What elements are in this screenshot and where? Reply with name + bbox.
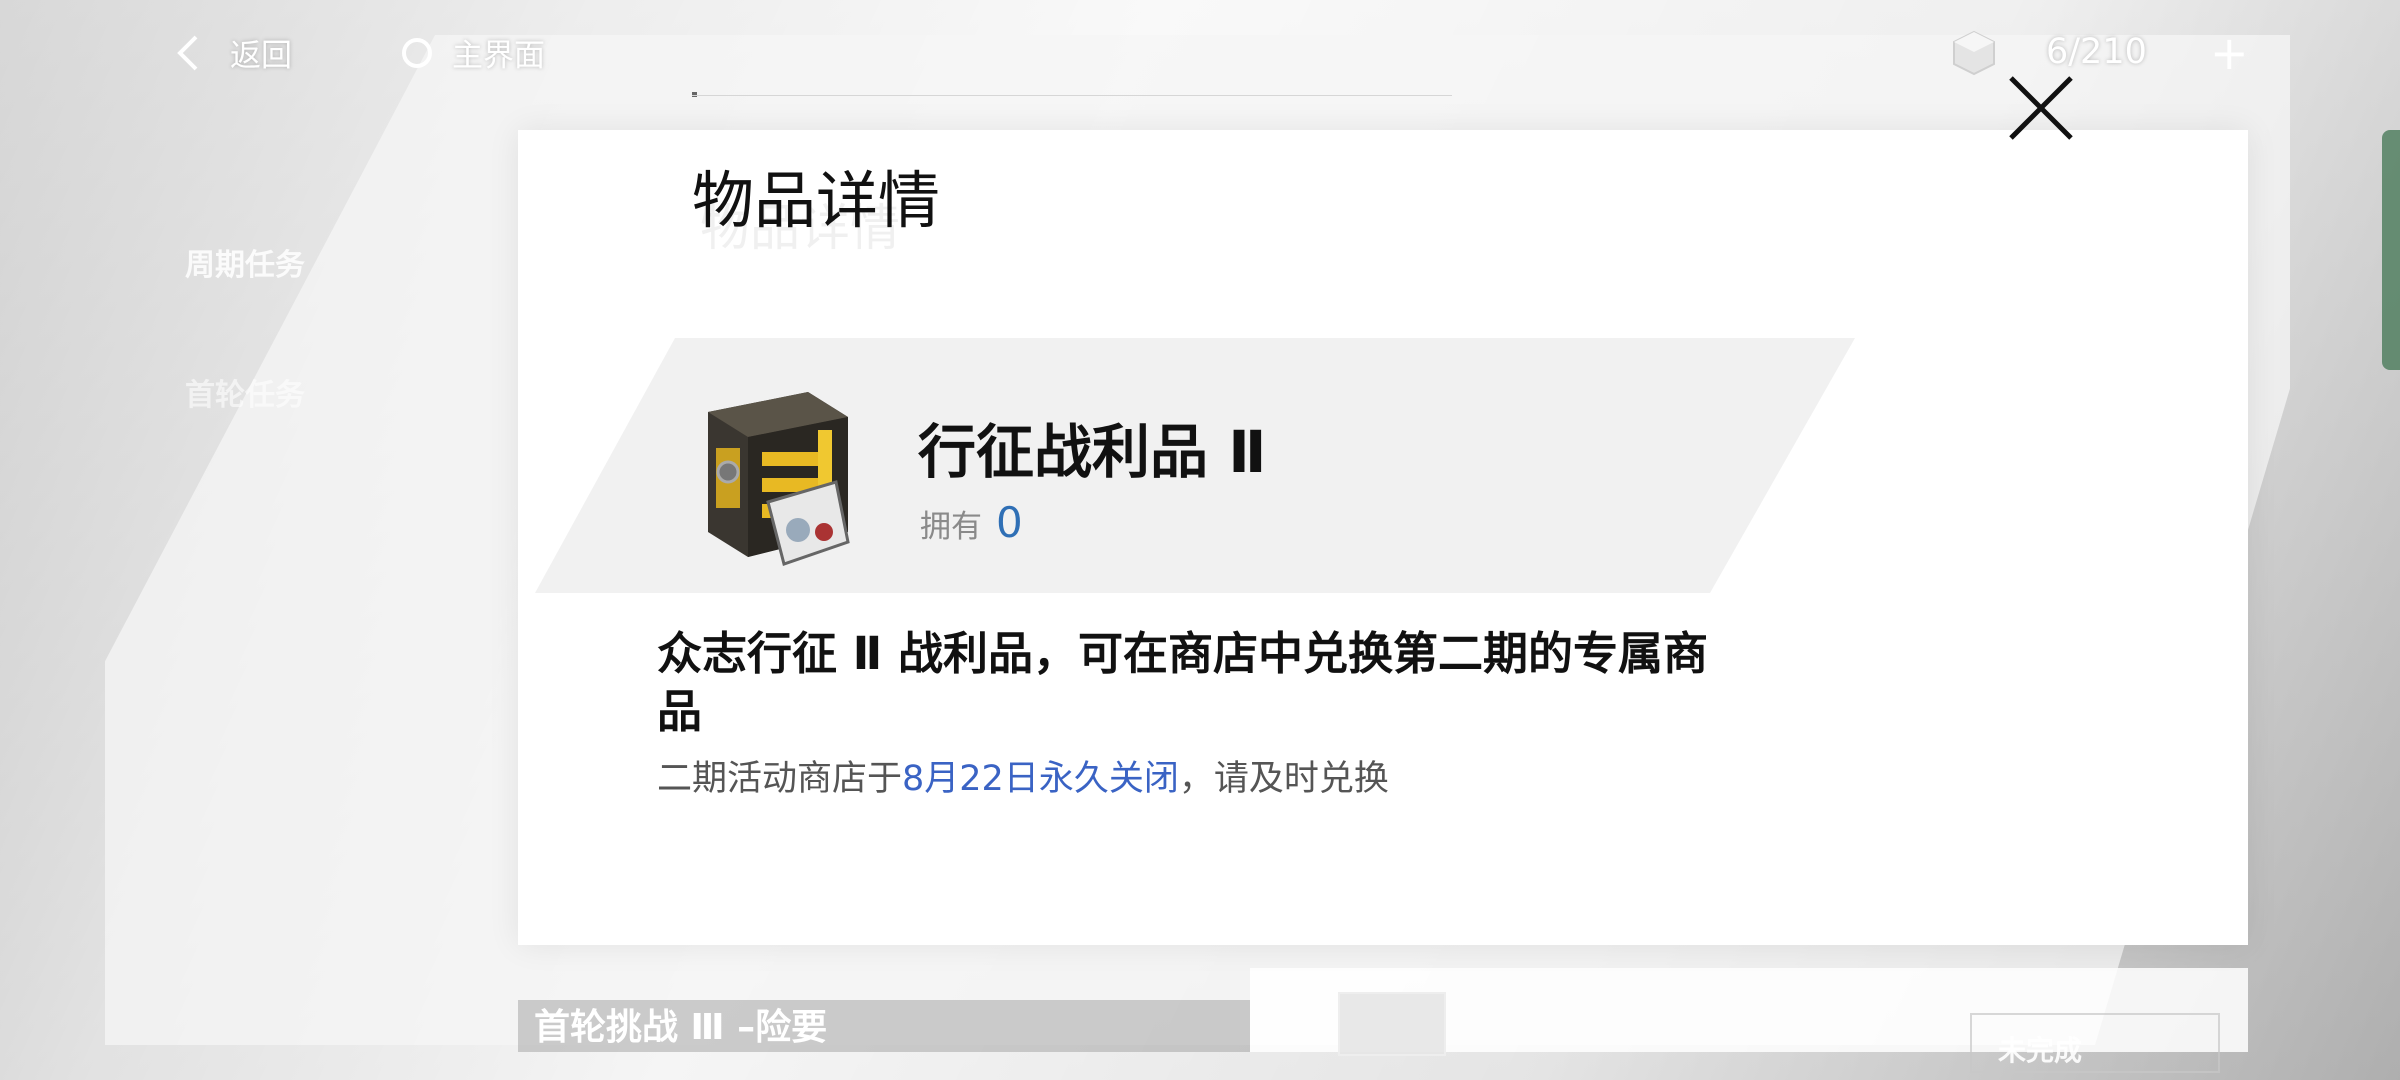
loot-box-icon [708, 392, 850, 566]
modal-divider [692, 95, 1452, 96]
owned-row: 拥有 0 [920, 498, 1023, 547]
modal-title: 物品详情 [692, 164, 941, 237]
side-tab-first-round[interactable]: 首轮任务 [185, 370, 305, 414]
back-button[interactable]: 返回 [168, 30, 292, 75]
notice-date-highlight: 8月22日永久关闭 [902, 759, 1179, 799]
item-name: 行征战利品 Ⅱ [918, 418, 1267, 486]
side-tab-periodic[interactable]: 周期任务 [185, 240, 305, 284]
right-edge-strip [2382, 130, 2400, 370]
circle-icon [402, 37, 432, 68]
reward-item-thumbnail[interactable] [1338, 992, 1446, 1056]
cube-icon [1953, 30, 1995, 76]
add-stamina-button[interactable]: + [2210, 30, 2249, 76]
stamina-count: 6/210 [2046, 32, 2147, 72]
item-description: 众志行征 Ⅱ 战利品，可在商店中兑换第二期的专属商品 [657, 627, 1708, 738]
owned-label: 拥有 [920, 509, 982, 545]
bottom-mission-title: 首轮挑战 Ⅲ –险要 [518, 1000, 1250, 1052]
notice-prefix: 二期活动商店于 [657, 759, 903, 799]
owned-value: 0 [996, 498, 1023, 547]
back-label: 返回 [230, 38, 292, 74]
home-label: 主界面 [452, 38, 545, 74]
incomplete-button[interactable]: 未完成 [1970, 1013, 2220, 1073]
stamina-counter: 6/210 + [1948, 28, 2249, 76]
home-button[interactable]: 主界面 [402, 30, 545, 75]
chevron-left-icon [177, 35, 198, 70]
notice-suffix: ，请及时兑换 [1178, 759, 1389, 799]
close-icon[interactable] [2005, 72, 2077, 144]
shop-close-notice: 二期活动商店于8月22日永久关闭，请及时兑换 [657, 750, 1389, 801]
